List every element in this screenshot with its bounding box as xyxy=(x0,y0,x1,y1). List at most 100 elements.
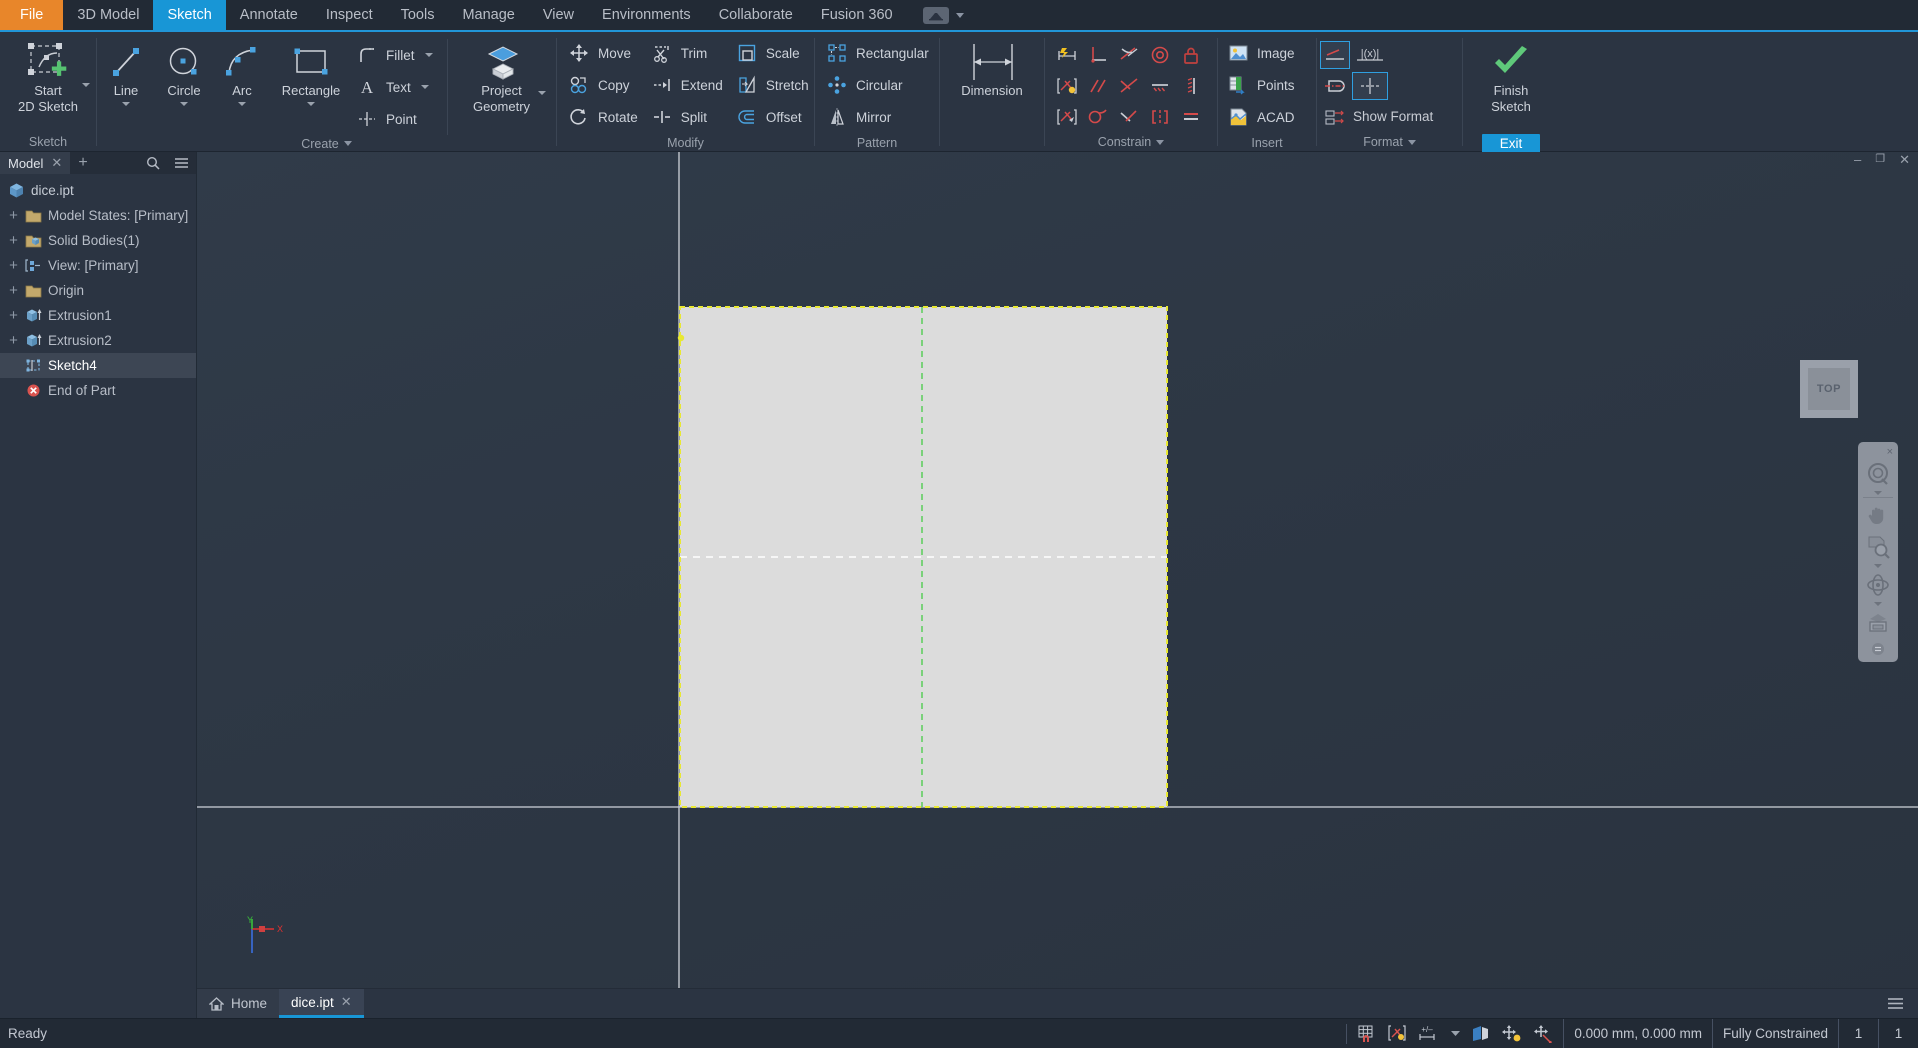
tangent-icon[interactable] xyxy=(1113,39,1144,70)
rectangular-pattern-button[interactable]: Rectangular xyxy=(821,37,937,69)
offset-button[interactable]: Offset xyxy=(731,101,817,133)
expander-icon[interactable]: + xyxy=(6,258,21,273)
dimension-button[interactable]: Dimension xyxy=(940,37,1044,99)
chevron-down-icon[interactable] xyxy=(420,85,429,89)
menu-item-annotate[interactable]: Annotate xyxy=(226,0,312,30)
project-geometry-button[interactable]: Project Geometry xyxy=(454,37,550,115)
close-button[interactable]: ✕ xyxy=(1899,152,1910,168)
chevron-down-icon[interactable] xyxy=(424,53,433,57)
zoom-window-icon[interactable] xyxy=(1862,532,1894,562)
arc-button[interactable]: Arc xyxy=(213,37,271,106)
trim-button[interactable]: Trim xyxy=(646,37,731,69)
rectangle-button[interactable]: Rectangle xyxy=(271,37,351,106)
parallel-icon[interactable] xyxy=(1082,70,1113,101)
perpendicular-icon[interactable] xyxy=(1082,39,1113,70)
cloud-status-group[interactable] xyxy=(922,0,964,30)
concentric-icon[interactable] xyxy=(1144,39,1175,70)
hamburger-menu-icon[interactable] xyxy=(1873,989,1918,1018)
points-button[interactable]: Points xyxy=(1222,69,1303,101)
mirror-button[interactable]: Mirror xyxy=(821,101,937,133)
close-icon[interactable]: ✕ xyxy=(51,155,62,171)
chevron-down-icon[interactable] xyxy=(180,102,188,106)
circle-button[interactable]: Circle xyxy=(155,37,213,106)
smooth-icon[interactable] xyxy=(1082,101,1113,132)
start-2d-sketch-button[interactable]: Start 2D Sketch xyxy=(0,37,96,115)
stretch-button[interactable]: Stretch xyxy=(731,69,817,101)
navbar-options-icon[interactable] xyxy=(1862,640,1894,658)
coincident-icon[interactable] xyxy=(1113,70,1144,101)
menu-item-view[interactable]: View xyxy=(529,0,588,30)
expander-icon[interactable]: + xyxy=(6,308,21,323)
hamburger-menu-icon[interactable] xyxy=(167,152,196,174)
driven-dimension-toggle[interactable]: |(x)| xyxy=(1353,39,1433,70)
expander-icon[interactable]: + xyxy=(6,233,21,248)
finish-sketch-button[interactable]: Finish Sketch xyxy=(1463,37,1559,115)
centerline-toggle[interactable] xyxy=(1321,70,1353,101)
chevron-down-icon[interactable] xyxy=(238,102,246,106)
symmetric-icon[interactable] xyxy=(1144,101,1175,132)
dimension-constraint-icon[interactable] xyxy=(1051,39,1082,70)
fillet-button[interactable]: Fillet xyxy=(351,39,441,71)
image-button[interactable]: Image xyxy=(1222,37,1303,69)
zoom-icon[interactable] xyxy=(1862,459,1894,489)
search-icon[interactable] xyxy=(139,152,167,174)
expander-icon[interactable]: + xyxy=(6,333,21,348)
show-all-constraints-icon[interactable] xyxy=(1501,1024,1522,1043)
extend-button[interactable]: Extend xyxy=(646,69,731,101)
menu-item-environments[interactable]: Environments xyxy=(588,0,705,30)
chevron-down-icon[interactable] xyxy=(1874,564,1882,568)
tree-node-dice-ipt[interactable]: dice.ipt xyxy=(0,178,196,203)
view-cube[interactable]: TOP xyxy=(1800,360,1858,418)
auto-dimension-icon[interactable] xyxy=(1051,70,1082,101)
split-button[interactable]: Split xyxy=(646,101,731,133)
text-button[interactable]: A Text xyxy=(351,71,441,103)
constraint-inference-icon[interactable] xyxy=(1387,1024,1407,1043)
chevron-down-icon[interactable] xyxy=(1874,602,1882,606)
circular-pattern-button[interactable]: Circular xyxy=(821,69,937,101)
menu-item-sketch[interactable]: Sketch xyxy=(153,0,226,30)
grid-snap-icon[interactable] xyxy=(1357,1024,1377,1043)
tree-node-model-states[interactable]: + Model States: [Primary] xyxy=(0,203,196,228)
tree-node-extrusion2[interactable]: + Extrusion2 xyxy=(0,328,196,353)
chevron-down-icon[interactable] xyxy=(82,83,90,87)
show-all-degrees-icon[interactable] xyxy=(1532,1024,1553,1043)
expander-icon[interactable]: + xyxy=(6,283,21,298)
dimension-input-icon[interactable]: +/– xyxy=(1417,1024,1441,1043)
restore-button[interactable]: ❐ xyxy=(1875,152,1885,168)
look-at-icon[interactable] xyxy=(1862,608,1894,638)
acad-button[interactable]: ACAD xyxy=(1222,101,1303,133)
scale-button[interactable]: Scale xyxy=(731,37,817,69)
close-icon[interactable]: ✕ xyxy=(341,994,352,1010)
tree-node-end-of-part[interactable]: End of Part xyxy=(0,378,196,403)
menu-item-file[interactable]: File xyxy=(0,0,64,30)
menu-item-3d-model[interactable]: 3D Model xyxy=(63,0,153,30)
exit-button[interactable]: Exit xyxy=(1481,133,1541,153)
line-button[interactable]: Line xyxy=(97,37,155,106)
vertical-icon[interactable] xyxy=(1175,70,1206,101)
collinear-icon[interactable] xyxy=(1113,101,1144,132)
document-tab-dice-ipt[interactable]: dice.ipt ✕ xyxy=(279,989,364,1018)
pan-icon[interactable] xyxy=(1862,500,1894,530)
tree-node-extrusion1[interactable]: + Extrusion1 xyxy=(0,303,196,328)
close-icon[interactable]: × xyxy=(1887,447,1893,458)
browser-tab-model[interactable]: Model ✕ xyxy=(0,152,71,174)
chevron-down-icon[interactable] xyxy=(1407,139,1416,145)
point-button[interactable]: Point xyxy=(351,103,441,135)
rotate-button[interactable]: Rotate xyxy=(563,101,646,133)
move-button[interactable]: Move xyxy=(563,37,646,69)
chevron-down-icon[interactable] xyxy=(1156,139,1165,145)
minimize-button[interactable]: – xyxy=(1854,152,1861,168)
graphics-viewport[interactable]: TOP × Y X Home dice.ipt ✕ xyxy=(197,152,1918,1018)
home-tab[interactable]: Home xyxy=(197,989,280,1018)
slice-graphics-icon[interactable] xyxy=(1470,1024,1491,1043)
chevron-down-icon[interactable] xyxy=(307,102,315,106)
orbit-icon[interactable] xyxy=(1862,570,1894,600)
chevron-down-icon[interactable] xyxy=(1451,1030,1461,1037)
cloud-upload-icon[interactable] xyxy=(922,6,949,24)
menu-item-collaborate[interactable]: Collaborate xyxy=(705,0,807,30)
tree-node-view[interactable]: + View: [Primary] xyxy=(0,253,196,278)
menu-item-fusion-360[interactable]: Fusion 360 xyxy=(807,0,907,30)
tree-node-origin[interactable]: + Origin xyxy=(0,278,196,303)
show-constraints-icon[interactable] xyxy=(1051,101,1082,132)
view-cube-face-top[interactable]: TOP xyxy=(1808,368,1850,410)
